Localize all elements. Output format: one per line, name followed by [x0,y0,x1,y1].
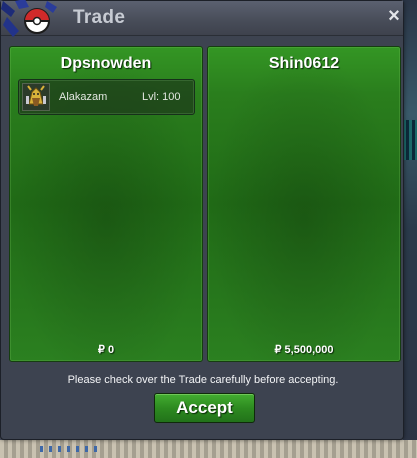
partner-money-offer: ₽ 5,500,000 [274,344,334,356]
trade-logo-icon [1,0,57,37]
money-offer: ₽ 0 [97,344,115,356]
alakazam-sprite-icon [22,83,50,111]
my-offer-panel: Dpsnowden Alakazam Lvl: 100 ₽ 0 [9,46,203,362]
game-background-bottom [0,440,417,458]
window-title: Trade [73,7,126,28]
game-background-right [403,0,417,458]
item-level: Lvl: 100 [142,91,181,103]
trade-window: Trade × Dpsnowden Alakazam Lvl: 100 ₽ 0 … [0,0,404,440]
partner-offer-panel: Shin0612 ₽ 5,500,000 [207,46,401,362]
player-name: Dpsnowden [60,55,152,72]
trade-item-row[interactable]: Alakazam Lvl: 100 [18,79,195,115]
background-dots [40,446,100,452]
trade-notice: Please check over the Trade carefully be… [67,374,339,386]
background-stripe [403,120,417,160]
partner-name: Shin0612 [268,55,340,72]
title-bar[interactable]: Trade × [1,0,403,37]
close-icon[interactable]: × [386,6,402,26]
accept-button[interactable]: Accept [154,393,255,423]
item-name: Alakazam [59,91,108,103]
